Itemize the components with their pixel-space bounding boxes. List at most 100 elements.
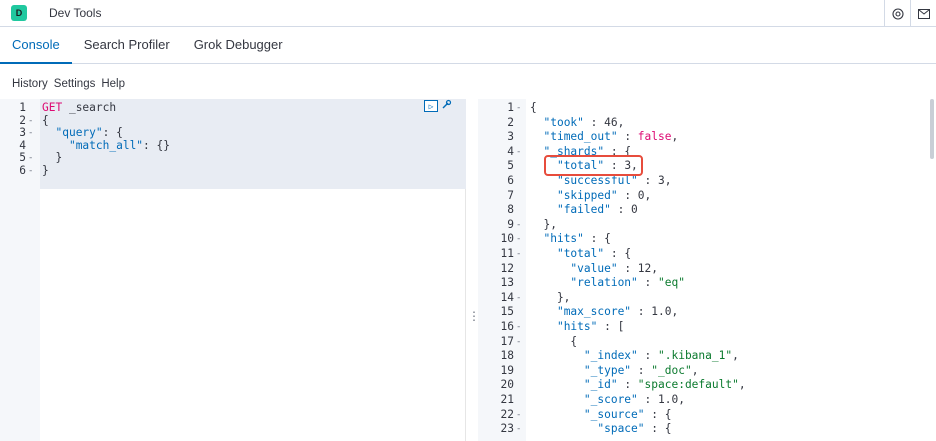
code-text: "hits" : [	[556, 320, 625, 333]
line-number: 20	[500, 378, 514, 392]
history-link[interactable]: History	[12, 78, 48, 90]
line-number: 19	[500, 363, 514, 377]
line-number: 21	[500, 393, 514, 406]
code-text: "_index" : ".kibana_1",	[583, 349, 739, 363]
fold-open-icon[interactable]: -	[516, 146, 521, 159]
code-line[interactable]: 4 "match_all": {}	[0, 139, 465, 153]
settings-link[interactable]: Settings	[54, 78, 96, 90]
code-text: "timed_out" : false,	[543, 130, 679, 144]
fold-open-icon[interactable]: -	[516, 336, 521, 349]
code-text: },	[530, 217, 557, 231]
code-line[interactable]: 19 "_type" : "_doc",	[478, 363, 936, 378]
tab-grok-debugger[interactable]: Grok Debugger	[182, 37, 295, 63]
code-text: "_type" : "_doc",	[583, 363, 699, 377]
code-text: "hits" : {	[543, 232, 611, 246]
fold-open-icon[interactable]: -	[516, 409, 521, 422]
code-line[interactable]: 6-}	[0, 163, 465, 178]
code-text: {	[530, 101, 537, 114]
line-number: 12	[500, 261, 514, 275]
code-text: }	[42, 151, 63, 164]
code-line[interactable]: 14- },	[478, 290, 936, 305]
tab-search-profiler[interactable]: Search Profiler	[72, 37, 182, 63]
header-actions	[884, 0, 936, 27]
response-panel[interactable]: 1-{2 "took" : 46, 3 "timed_out" : false, 4…	[478, 99, 936, 441]
send-request-button[interactable]: ▷	[424, 100, 438, 112]
console-menu: History Settings Help	[12, 78, 125, 90]
code-line[interactable]: 22- "_source" : {	[478, 407, 936, 422]
fold-open-icon[interactable]: -	[516, 423, 521, 436]
code-text: "_id" : "space:default",	[583, 378, 746, 392]
code-text: },	[530, 290, 571, 304]
fold-close-icon[interactable]: -	[28, 152, 33, 165]
fold-open-icon[interactable]: -	[28, 127, 33, 140]
code-line[interactable]: 6 "successful" : 3,	[478, 174, 936, 188]
code-line[interactable]: 2 "took" : 46,	[478, 115, 936, 130]
breadcrumb-dev-tools[interactable]: Dev Tools	[49, 6, 101, 20]
code-text: "_source" : {	[583, 407, 672, 421]
code-text: "space" : {	[597, 422, 672, 436]
code-line[interactable]: 16- "hits" : [	[478, 320, 936, 334]
pane-resizer-handle[interactable]: ⋮	[468, 306, 480, 326]
code-line[interactable]: 23- "space" : {	[478, 422, 936, 436]
line-number: 1	[507, 101, 514, 114]
code-line[interactable]: 10- "hits" : {	[478, 233, 936, 246]
fold-open-icon[interactable]: -	[516, 233, 521, 246]
code-line[interactable]: 17- {	[478, 334, 936, 349]
line-number: 9	[507, 217, 514, 231]
line-number: 2	[507, 115, 514, 129]
wrench-icon[interactable]	[440, 99, 454, 113]
fold-open-icon[interactable]: -	[516, 321, 521, 334]
line-number: 10	[500, 232, 514, 246]
line-number: 3	[19, 126, 26, 139]
fold-open-icon[interactable]: -	[28, 115, 33, 128]
fold-close-icon[interactable]: -	[28, 165, 33, 178]
line-number: 6	[19, 163, 26, 177]
code-line[interactable]: 20 "_id" : "space:default",	[478, 379, 936, 392]
fold-close-icon[interactable]: -	[516, 219, 521, 232]
line-number: 22	[500, 407, 514, 421]
code-line[interactable]: 15 "max_score" : 1.0,	[478, 306, 936, 319]
code-line[interactable]: 21 "_score" : 1.0,	[478, 393, 936, 407]
code-text: "skipped" : 0,	[556, 188, 652, 202]
line-number: 13	[500, 276, 514, 290]
fold-open-icon[interactable]: -	[516, 248, 521, 261]
mail-icon[interactable]	[910, 0, 936, 27]
app-avatar[interactable]: D	[11, 5, 27, 21]
line-number: 15	[500, 305, 514, 319]
code-text: {	[530, 334, 578, 348]
help-link[interactable]: Help	[101, 78, 125, 90]
code-line[interactable]: 11- "total" : {	[478, 247, 936, 261]
response-scrollbar[interactable]	[930, 99, 934, 159]
code-line[interactable]: 9- },	[478, 217, 936, 232]
line-number: 1	[19, 101, 26, 114]
line-number: 17	[500, 334, 514, 348]
lifebuoy-icon[interactable]	[884, 0, 910, 27]
code-line[interactable]: 8 "failed" : 0	[478, 203, 936, 217]
dev-tools-tabs: Console Search Profiler Grok Debugger	[0, 27, 936, 64]
line-number: 3	[507, 130, 514, 144]
code-line[interactable]: 13 "relation" : "eq"	[478, 276, 936, 290]
line-number: 8	[507, 203, 514, 217]
code-line[interactable]: 5- }	[0, 151, 465, 165]
code-text: "took" : 46,	[543, 115, 625, 129]
code-line[interactable]: 18 "_index" : ".kibana_1",	[478, 349, 936, 363]
code-line[interactable]: 7 "skipped" : 0,	[478, 188, 936, 203]
line-number: 11	[500, 247, 514, 260]
code-line[interactable]: 3 "timed_out" : false,	[478, 130, 936, 144]
line-number: 4	[507, 144, 514, 158]
annotation-highlight-box	[544, 155, 643, 176]
code-text: }	[42, 163, 49, 177]
request-editor[interactable]: 1 GET _search 2-{3- "query": {4 "match_all…	[0, 99, 466, 441]
fold-open-icon[interactable]: -	[516, 102, 521, 115]
code-line[interactable]: 12 "value" : 12,	[478, 261, 936, 276]
line-number: 23	[500, 422, 514, 436]
fold-close-icon[interactable]: -	[516, 292, 521, 305]
code-text: "failed" : 0	[556, 203, 638, 217]
tab-console[interactable]: Console	[0, 37, 72, 64]
code-text: GET _search	[42, 101, 117, 114]
code-text: "value" : 12,	[570, 261, 658, 275]
code-text: "_score" : 1.0,	[583, 393, 685, 406]
code-line[interactable]: 1-{	[478, 101, 936, 115]
code-line[interactable]: 1 GET _search	[0, 101, 465, 115]
line-number: 18	[500, 349, 514, 363]
